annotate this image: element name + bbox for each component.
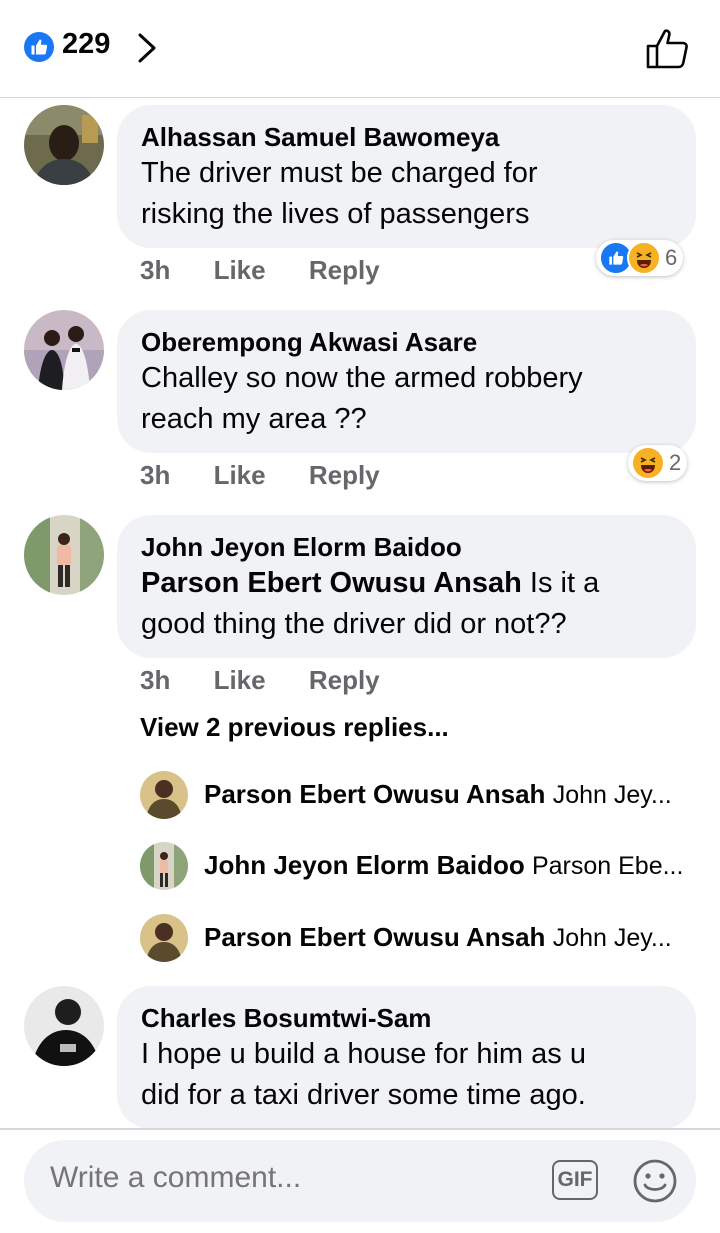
comment-text-line: Parson Ebert Owusu Ansah Is it a xyxy=(141,563,672,604)
comment-text-line: did for a taxi driver some time ago. xyxy=(141,1079,586,1111)
avatar[interactable] xyxy=(24,515,104,595)
avatar[interactable] xyxy=(24,310,104,390)
comment-text-line: The driver must be charged for xyxy=(141,157,538,189)
reply-link[interactable]: Reply xyxy=(309,255,380,285)
reaction-count: 2 xyxy=(669,450,682,475)
like-reaction-icon xyxy=(24,32,54,62)
reaction-count: 6 xyxy=(665,245,678,270)
reaction-summary[interactable]: 2 xyxy=(628,445,688,481)
reply-line: Parson Ebert Owusu Ansah John Jey... xyxy=(204,922,672,953)
comments-screen: 229 Alhassan Samuel Bawomeya The driver … xyxy=(0,0,720,1233)
comment-time: 3h xyxy=(140,255,171,285)
avatar[interactable] xyxy=(140,771,188,819)
like-link[interactable]: Like xyxy=(214,665,266,695)
comment-composer: GIF xyxy=(24,1140,696,1222)
avatar[interactable] xyxy=(24,105,104,185)
mention-link[interactable]: Parson Ebert Owusu Ansah xyxy=(141,567,522,599)
comment-text-line: Challey so now the armed robbery xyxy=(141,362,583,394)
reply-line: Parson Ebert Owusu Ansah John Jey... xyxy=(204,779,672,810)
reply-snippet: John Jey... xyxy=(552,924,672,952)
avatar[interactable] xyxy=(24,986,104,1066)
comment-time: 3h xyxy=(140,665,171,695)
comment-text-line: I hope u build a house for him as u xyxy=(141,1038,586,1070)
comment-input[interactable] xyxy=(48,1160,532,1196)
reply-preview[interactable]: Parson Ebert Owusu Ansah John Jey... xyxy=(140,914,700,964)
emoji-icon[interactable] xyxy=(632,1158,678,1209)
reply-preview[interactable]: Parson Ebert Owusu Ansah John Jey... xyxy=(140,771,700,821)
comment-text-line: reach my area ?? xyxy=(141,403,367,435)
comment-actions: 3h Like Reply xyxy=(140,460,416,491)
reply-link[interactable]: Reply xyxy=(309,460,380,490)
reply-author[interactable]: Parson Ebert Owusu Ansah xyxy=(204,779,545,809)
reply-snippet: John Jey... xyxy=(552,781,672,809)
comment-bubble[interactable]: Alhassan Samuel Bawomeya The driver must… xyxy=(117,105,696,248)
comment-text-line: risking the lives of passengers xyxy=(141,198,530,230)
haha-reaction-icon xyxy=(631,446,665,480)
chevron-right-icon[interactable] xyxy=(136,32,158,69)
comment-author[interactable]: Alhassan Samuel Bawomeya xyxy=(141,121,672,153)
comment-time: 3h xyxy=(140,460,171,490)
like-link[interactable]: Like xyxy=(214,255,266,285)
comment-text: Is it a xyxy=(521,567,600,599)
reply-author[interactable]: Parson Ebert Owusu Ansah xyxy=(204,922,545,952)
avatar[interactable] xyxy=(140,914,188,962)
like-link[interactable]: Like xyxy=(214,460,266,490)
reply-line: John Jeyon Elorm Baidoo Parson Ebe... xyxy=(204,850,683,881)
like-button-icon[interactable] xyxy=(644,26,690,75)
view-previous-replies-link[interactable]: View 2 previous replies... xyxy=(140,712,449,743)
gif-button[interactable]: GIF xyxy=(552,1160,598,1200)
comment-author[interactable]: John Jeyon Elorm Baidoo xyxy=(141,531,672,563)
avatar[interactable] xyxy=(140,842,188,890)
reply-preview[interactable]: John Jeyon Elorm Baidoo Parson Ebe... xyxy=(140,842,700,892)
comment-bubble[interactable]: Charles Bosumtwi-Sam I hope u build a ho… xyxy=(117,986,696,1129)
haha-reaction-icon xyxy=(627,241,661,275)
reply-author[interactable]: John Jeyon Elorm Baidoo xyxy=(204,850,525,880)
comment-text-line: good thing the driver did or not?? xyxy=(141,608,567,640)
comment-bubble[interactable]: John Jeyon Elorm Baidoo Parson Ebert Owu… xyxy=(117,515,696,658)
comment-actions: 3h Like Reply xyxy=(140,255,416,286)
comment-author[interactable]: Charles Bosumtwi-Sam xyxy=(141,1002,672,1034)
reaction-count[interactable]: 229 xyxy=(62,28,110,61)
comment-actions: 3h Like Reply xyxy=(140,665,416,696)
reaction-summary[interactable]: 6 xyxy=(596,240,684,276)
comment-author[interactable]: Oberempong Akwasi Asare xyxy=(141,326,672,358)
reply-link[interactable]: Reply xyxy=(309,665,380,695)
reactions-header: 229 xyxy=(0,0,720,98)
comment-bubble[interactable]: Oberempong Akwasi Asare Challey so now t… xyxy=(117,310,696,453)
reply-snippet: Parson Ebe... xyxy=(531,852,684,880)
